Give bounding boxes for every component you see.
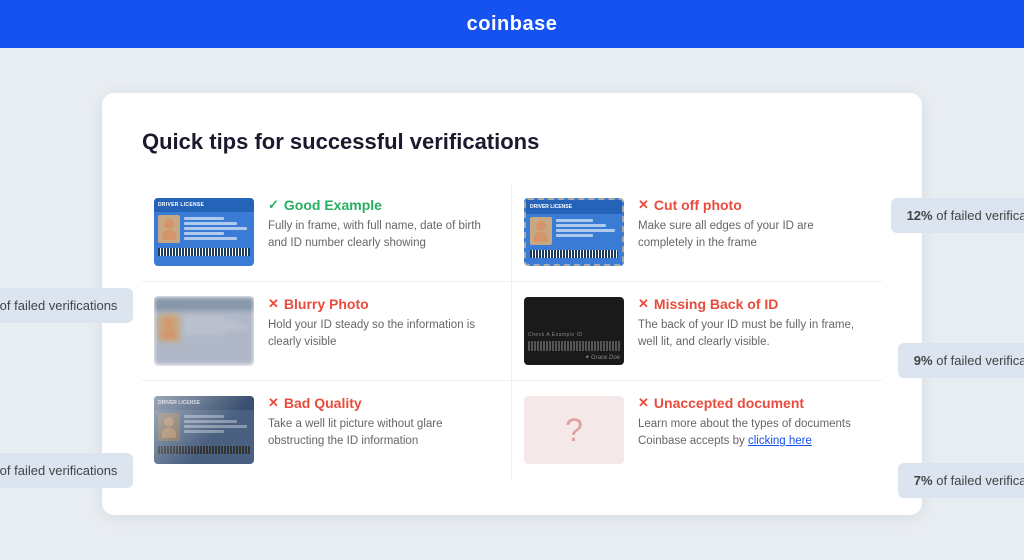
- x-icon-cutoff: ✕: [638, 197, 649, 213]
- check-icon: ✓: [268, 197, 279, 213]
- unaccepted-desc: Learn more about the types of documents …: [638, 416, 870, 451]
- cut-off-image: DRIVER LICENSE: [524, 197, 624, 267]
- blurry-image: [154, 296, 254, 366]
- unaccepted-title: ✕ Unaccepted document: [638, 395, 870, 411]
- x-icon-blurry: ✕: [268, 296, 279, 312]
- header: coinbase: [0, 0, 1024, 48]
- badge-7-percent: 7% of failed verifications: [898, 463, 1024, 498]
- bad-quality-title: ✕ Bad Quality: [268, 395, 499, 411]
- missing-back-image: Check A Example ID ✦ Grace Doe: [524, 296, 624, 366]
- tip-bad-quality: DRIVER LICENSE: [142, 381, 512, 479]
- good-example-title: ✓ Good Example: [268, 197, 499, 213]
- x-icon-missing-back: ✕: [638, 296, 649, 312]
- badge-9-percent: 9% of failed verifications: [898, 343, 1024, 378]
- tip-cut-off: DRIVER LICENSE: [512, 183, 882, 282]
- unaccepted-image: ?: [524, 395, 624, 465]
- blurry-title: ✕ Blurry Photo: [268, 296, 499, 312]
- question-mark-icon: ?: [565, 412, 583, 449]
- x-icon-unaccepted: ✕: [638, 395, 649, 411]
- missing-back-title: ✕ Missing Back of ID: [638, 296, 870, 312]
- tip-missing-back: Check A Example ID ✦ Grace Doe ✕ Missing…: [512, 282, 882, 381]
- clicking-here-link[interactable]: clicking here: [748, 435, 812, 447]
- good-example-desc: Fully in frame, with full name, date of …: [268, 218, 499, 253]
- tip-unaccepted: ? ✕ Unaccepted document Learn more about…: [512, 381, 882, 479]
- tip-good-example: DRIVER LICENSE: [142, 183, 512, 282]
- page-title: Quick tips for successful verifications: [142, 129, 882, 155]
- bad-quality-image: DRIVER LICENSE: [154, 395, 254, 465]
- bad-quality-desc: Take a well lit picture without glare ob…: [268, 416, 499, 451]
- tip-blurry: ✕ Blurry Photo Hold your ID steady so th…: [142, 282, 512, 381]
- badge-37-percent: 37% of failed verifications: [0, 288, 133, 323]
- cut-off-desc: Make sure all edges of your ID are compl…: [638, 218, 870, 253]
- cut-off-title: ✕ Cut off photo: [638, 197, 870, 213]
- badge-12-percent: 12% of failed verifications: [891, 198, 1024, 233]
- x-icon-bad-quality: ✕: [268, 395, 279, 411]
- good-example-image: DRIVER LICENSE: [154, 197, 254, 267]
- missing-back-desc: The back of your ID must be fully in fra…: [638, 317, 870, 352]
- coinbase-logo: coinbase: [467, 13, 558, 36]
- blurry-desc: Hold your ID steady so the information i…: [268, 317, 499, 352]
- badge-26-percent: 26% of failed verifications: [0, 453, 133, 488]
